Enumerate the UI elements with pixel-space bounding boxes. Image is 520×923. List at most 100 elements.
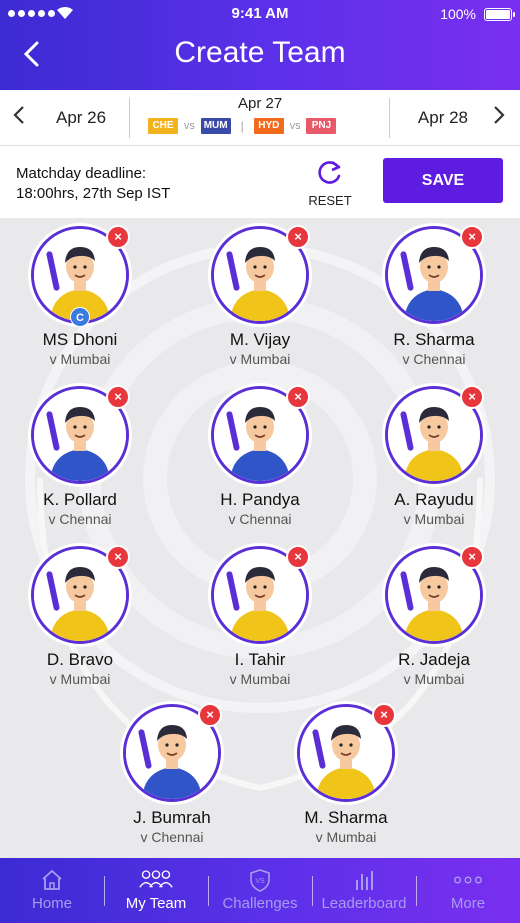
nav-leaderboard[interactable]: Leaderboard: [312, 858, 416, 923]
player-avatar: ×: [211, 545, 310, 644]
svg-text:VS: VS: [255, 878, 265, 885]
player-avatar: × C: [31, 225, 130, 327]
reset-button[interactable]: RESET: [308, 158, 352, 208]
player-name: J. Bumrah: [133, 808, 211, 827]
date-selector: Apr 26 Apr 27 CHE VS MUM | HYD VS PNJ Ap…: [0, 90, 520, 146]
player-card[interactable]: × M. Sharma v Mumbai: [276, 703, 416, 845]
player-card[interactable]: × M. Vijay v Mumbai: [190, 225, 330, 367]
player-avatar: ×: [31, 545, 130, 644]
nav-home[interactable]: Home: [0, 858, 104, 923]
nav-label: Home: [31, 895, 72, 912]
deadline-time: 18:00hrs, 27th Sep IST: [16, 185, 171, 202]
nav-my-team[interactable]: My Team: [104, 858, 208, 923]
player-name: I. Tahir: [234, 650, 286, 669]
remove-player-button[interactable]: ×: [286, 225, 310, 249]
team-tag-mum: MUM: [200, 118, 231, 134]
player-name: MS Dhoni: [42, 330, 118, 349]
remove-player-button[interactable]: ×: [106, 225, 130, 249]
player-opponent: v Mumbai: [403, 671, 465, 687]
nav-label: Leaderboard: [321, 895, 407, 912]
divider: [129, 98, 130, 138]
player-opponent: v Chennai: [402, 351, 466, 367]
player-opponent: v Chennai: [48, 511, 112, 527]
chevron-left-icon: [13, 106, 24, 124]
next-day[interactable]: Apr 28: [418, 108, 468, 128]
remove-player-button[interactable]: ×: [286, 545, 310, 569]
player-avatar: ×: [211, 385, 310, 484]
vs-label: VS: [289, 121, 301, 131]
player-opponent: v Mumbai: [403, 511, 465, 527]
save-button[interactable]: SAVE: [383, 158, 503, 203]
home-icon: [0, 868, 104, 892]
player-card[interactable]: × R. Sharma v Chennai: [364, 225, 504, 367]
player-card[interactable]: × C MS Dhoni v Mumbai: [10, 225, 150, 367]
prev-day-arrow[interactable]: [12, 104, 26, 132]
nav-label: My Team: [125, 895, 187, 912]
team-field: × C MS Dhoni v Mumbai × M. Vijay v Mumba…: [0, 218, 520, 858]
shield-vs-icon: VS: [208, 868, 312, 892]
remove-player-button[interactable]: ×: [372, 703, 396, 727]
player-card[interactable]: × J. Bumrah v Chennai: [102, 703, 242, 845]
battery-icon: [484, 8, 515, 21]
player-opponent: v Mumbai: [49, 671, 111, 687]
player-card[interactable]: × R. Jadeja v Mumbai: [364, 545, 504, 687]
matchday-deadline: Matchday deadline: 18:00hrs, 27th Sep IS…: [16, 164, 170, 204]
player-avatar: ×: [297, 703, 396, 802]
player-avatar: ×: [385, 545, 484, 644]
nav-more[interactable]: More: [416, 858, 520, 923]
divider: [389, 98, 390, 138]
player-name: A. Rayudu: [394, 490, 474, 509]
current-day: Apr 27: [238, 95, 283, 112]
player-name: M. Vijay: [229, 330, 291, 349]
status-bar: 9:41 AM 100%: [0, 0, 520, 28]
remove-player-button[interactable]: ×: [198, 703, 222, 727]
player-opponent: v Mumbai: [229, 671, 291, 687]
match-list: CHE VS MUM | HYD VS PNJ: [148, 118, 337, 134]
match-separator: |: [240, 119, 244, 133]
player-card[interactable]: × I. Tahir v Mumbai: [190, 545, 330, 687]
player-name: R. Jadeja: [398, 650, 470, 669]
remove-player-button[interactable]: ×: [106, 385, 130, 409]
remove-player-button[interactable]: ×: [286, 385, 310, 409]
player-card[interactable]: × A. Rayudu v Mumbai: [364, 385, 504, 527]
player-card[interactable]: × H. Pandya v Chennai: [190, 385, 330, 527]
captain-badge: C: [70, 307, 90, 327]
player-opponent: v Chennai: [140, 829, 204, 845]
team-tag-hyd: HYD: [253, 118, 284, 134]
player-opponent: v Mumbai: [229, 351, 291, 367]
more-icon: [416, 868, 520, 892]
player-avatar: ×: [385, 225, 484, 324]
nav-challenges[interactable]: VS Challenges: [208, 858, 312, 923]
player-opponent: v Mumbai: [315, 829, 377, 845]
player-name: D. Bravo: [46, 650, 114, 669]
bar-chart-icon: [312, 868, 416, 892]
vs-label: VS: [184, 121, 195, 131]
remove-player-button[interactable]: ×: [106, 545, 130, 569]
deadline-label: Matchday deadline:: [16, 165, 147, 182]
app-header: 9:41 AM 100% Create Team: [0, 0, 520, 90]
next-day-arrow[interactable]: [492, 104, 506, 132]
nav-label: More: [450, 895, 486, 912]
chevron-right-icon: [494, 106, 505, 124]
nav-label: Challenges: [222, 895, 298, 912]
player-opponent: v Mumbai: [49, 351, 111, 367]
player-name: K. Pollard: [43, 490, 117, 509]
remove-player-button[interactable]: ×: [460, 225, 484, 249]
player-name: M. Sharma: [304, 808, 388, 827]
team-tag-pnj: PNJ: [306, 118, 337, 134]
deadline-bar: Matchday deadline: 18:00hrs, 27th Sep IS…: [0, 146, 520, 218]
player-card[interactable]: × D. Bravo v Mumbai: [10, 545, 150, 687]
bottom-nav: Home My Team VS Challenges Leaderboard M…: [0, 858, 520, 923]
reset-label: RESET: [308, 193, 352, 208]
player-avatar: ×: [385, 385, 484, 484]
remove-player-button[interactable]: ×: [460, 385, 484, 409]
prev-day[interactable]: Apr 26: [56, 108, 106, 128]
player-name: H. Pandya: [220, 490, 300, 509]
player-card[interactable]: × K. Pollard v Chennai: [10, 385, 150, 527]
refresh-icon: [318, 160, 341, 184]
player-opponent: v Chennai: [228, 511, 292, 527]
player-avatar: ×: [123, 703, 222, 802]
battery-percent: 100%: [440, 6, 476, 22]
player-name: R. Sharma: [393, 330, 475, 349]
remove-player-button[interactable]: ×: [460, 545, 484, 569]
